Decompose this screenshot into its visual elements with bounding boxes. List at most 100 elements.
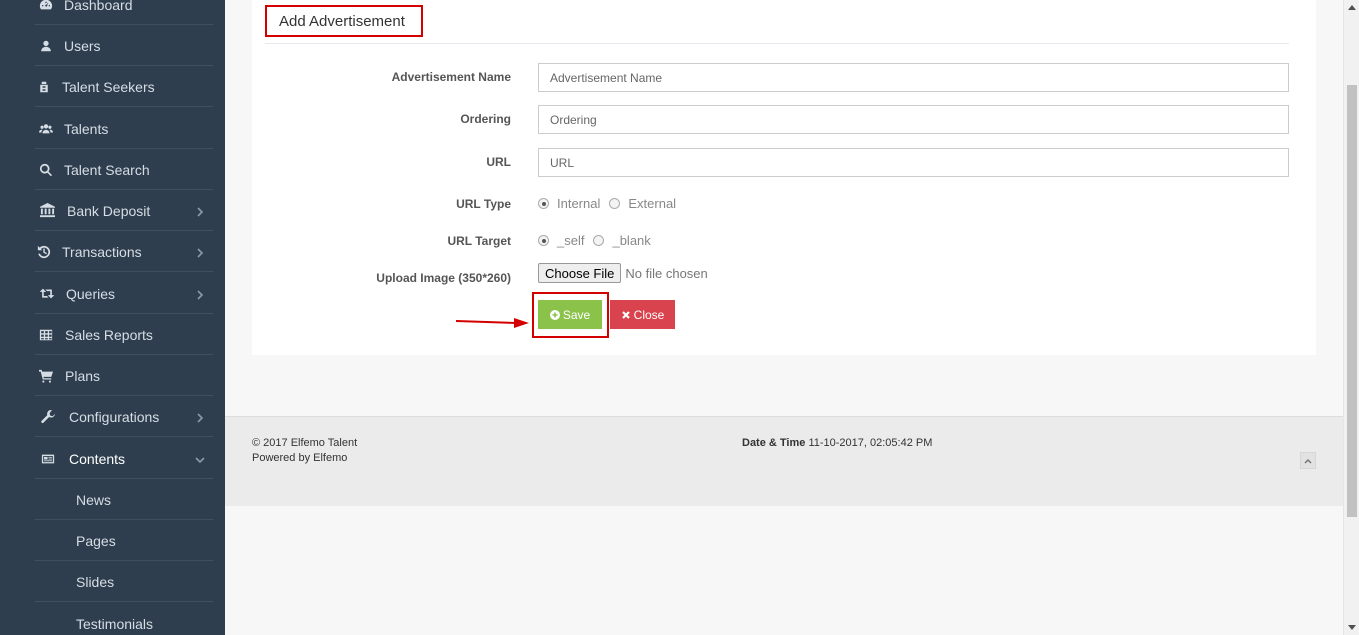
url-target-self-radio[interactable] (538, 235, 549, 246)
sidebar-item-label: Talent Search (64, 161, 150, 178)
close-button-label: Close (633, 307, 665, 322)
sidebar-item-contents[interactable]: Contents (0, 438, 225, 479)
sidebar-item-label: Plans (65, 367, 101, 384)
sidebar-item-bank-deposit[interactable]: Bank Deposit (0, 190, 225, 231)
sidebar-item-label: Transactions (62, 243, 142, 260)
datetime-value: 11-10-2017, 02:05:42 PM (808, 437, 933, 449)
powered-by-link[interactable]: Elfemo (313, 452, 347, 464)
search-icon (38, 162, 54, 178)
url-type-internal-label[interactable]: Internal (557, 196, 600, 211)
sidebar-item-dashboard[interactable]: Dashboard (0, 0, 225, 25)
save-button-label: Save (562, 307, 591, 322)
footer (225, 416, 1343, 506)
cart-icon (38, 368, 54, 384)
sidebar-subitem-label: Pages (76, 532, 116, 549)
sidebar-subitem-label: Slides (76, 573, 115, 590)
sidebar-subitem-testimonials[interactable]: Testimonials (0, 603, 225, 635)
page-title-text: Add Advertisement (279, 12, 405, 30)
sidebar-item-queries[interactable]: Queries (0, 273, 225, 314)
close-button[interactable]: Close (610, 300, 675, 329)
url-type-label: URL Type (456, 197, 511, 211)
sidebar-subitem-pages[interactable]: Pages (0, 520, 225, 561)
sidebar-item-transactions[interactable]: Transactions (0, 231, 225, 272)
sidebar-item-label: Users (64, 37, 101, 54)
url-type-radio-group: Internal External (538, 196, 685, 211)
page-title: Add Advertisement (265, 5, 423, 37)
users-icon (38, 121, 54, 137)
divider (35, 436, 213, 437)
sidebar-subitem-slides[interactable]: Slides (0, 561, 225, 602)
sidebar-item-label: Sales Reports (65, 326, 153, 343)
advertisement-name-input[interactable] (538, 63, 1289, 92)
sidebar-subitem-news[interactable]: News (0, 479, 225, 520)
title-divider (265, 43, 1289, 44)
sidebar-subitem-label: News (76, 491, 112, 508)
scrollbar-thumb[interactable] (1347, 85, 1357, 517)
url-type-external-label[interactable]: External (628, 196, 676, 211)
dashboard-icon (38, 0, 54, 13)
sidebar-item-label: Talent Seekers (62, 78, 155, 95)
sidebar-item-label: Bank Deposit (67, 202, 151, 219)
form-panel (252, 0, 1316, 355)
ordering-input[interactable] (538, 105, 1289, 134)
scroll-up-arrow-icon[interactable] (1348, 5, 1356, 10)
history-icon (36, 244, 52, 260)
wrench-icon (40, 409, 56, 425)
url-target-blank-radio[interactable] (593, 235, 605, 246)
url-type-internal-radio[interactable] (538, 198, 549, 209)
chevron-right-icon (195, 245, 207, 258)
url-target-self-label[interactable]: _self (557, 233, 584, 248)
user-icon (38, 38, 54, 54)
sidebar-item-label: Talents (64, 120, 109, 137)
sidebar-subitem-label: Testimonials (76, 615, 154, 632)
sidebar-item-talent-search[interactable]: Talent Search (0, 149, 225, 190)
url-type-external-radio[interactable] (609, 198, 621, 209)
datetime-label: Date & Time (742, 437, 806, 449)
ordering-label: Ordering (460, 112, 511, 126)
divider (35, 106, 213, 107)
sidebar: Dashboard Users Talent Seekers Talents T… (0, 0, 225, 635)
powered-by-prefix: Powered by (252, 452, 311, 464)
sidebar-item-configurations[interactable]: Configurations (0, 396, 225, 437)
scroll-down-arrow-icon[interactable] (1348, 625, 1356, 630)
retweet-icon (38, 286, 56, 302)
seeker-icon (38, 79, 50, 95)
chevron-right-icon (195, 287, 207, 300)
sidebar-item-users[interactable]: Users (0, 25, 225, 66)
choose-file-button[interactable]: Choose File (538, 263, 622, 283)
sidebar-item-talents[interactable]: Talents (0, 108, 225, 149)
divider (35, 601, 213, 602)
sidebar-item-label: Configurations (69, 408, 160, 425)
sidebar-item-plans[interactable]: Plans (0, 355, 225, 396)
bank-icon (38, 203, 57, 219)
advertisement-name-label: Advertisement Name (391, 70, 511, 84)
url-input[interactable] (538, 148, 1289, 177)
datetime-display: Date & Time 11-10-2017, 02:05:42 PM (742, 437, 932, 449)
chevron-down-icon (195, 452, 207, 464)
save-button[interactable]: Save (538, 300, 602, 329)
scroll-to-top-button[interactable] (1300, 452, 1316, 469)
url-label: URL (486, 155, 511, 169)
annotation-arrow (456, 318, 529, 328)
divider (35, 271, 213, 272)
sidebar-item-label: Queries (66, 285, 116, 302)
url-target-label: URL Target (447, 234, 511, 248)
plus-circle-icon (549, 309, 560, 320)
chevron-up-icon (1304, 458, 1312, 464)
newspaper-icon (40, 451, 56, 467)
url-target-blank-label[interactable]: _blank (612, 233, 650, 248)
chevron-right-icon (195, 410, 207, 423)
url-target-radio-group: _self _blank (538, 233, 660, 248)
file-status-text: No file chosen (625, 265, 708, 281)
sidebar-item-sales-reports[interactable]: Sales Reports (0, 314, 225, 355)
table-icon (38, 327, 54, 343)
upload-image-label: Upload Image (350*260) (376, 271, 511, 285)
powered-by-line: Powered by Elfemo (252, 452, 347, 464)
sidebar-item-talent-seekers[interactable]: Talent Seekers (0, 66, 225, 107)
file-upload: Choose File No file chosen (538, 263, 708, 283)
copyright-text: © 2017 Elfemo Talent (252, 437, 358, 449)
sidebar-item-label: Contents (69, 450, 126, 467)
page-scrollbar[interactable] (1343, 0, 1359, 635)
sidebar-item-label: Dashboard (64, 0, 133, 13)
close-icon (621, 310, 630, 319)
